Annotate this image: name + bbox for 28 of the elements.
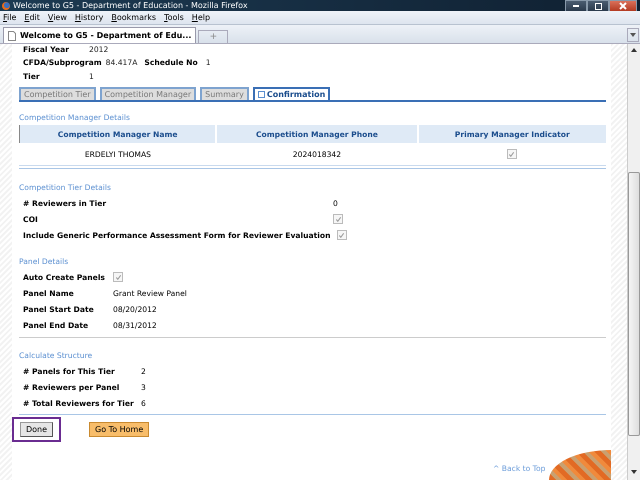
page-icon <box>8 30 16 40</box>
menu-item[interactable]: View <box>48 13 67 22</box>
close-button[interactable] <box>609 0 637 12</box>
button[interactable]: Go To Home <box>89 422 150 437</box>
tab[interactable]: Confirmation <box>252 87 330 100</box>
menu-item[interactable]: Tools <box>164 13 184 22</box>
checkbox[interactable] <box>506 149 517 159</box>
window-title: Welcome to G5 - Department of Education - Mozilla Firefox <box>13 1 249 10</box>
menu-item[interactable]: History <box>74 13 104 22</box>
caret-icon <box>630 33 636 37</box>
menu-item[interactable]: Bookmarks <box>111 13 156 22</box>
checkbox[interactable] <box>336 230 347 240</box>
restore-button[interactable] <box>587 0 609 12</box>
scroll-up-icon[interactable] <box>631 48 637 52</box>
browser-tab[interactable]: Welcome to G5 - Department of Edu... <box>3 27 196 43</box>
menu-item[interactable]: File <box>3 13 16 22</box>
minimize-button[interactable] <box>565 0 587 12</box>
menu-item[interactable]: Help <box>192 13 210 22</box>
close-icon <box>618 2 628 10</box>
browser-logo-icon <box>2 2 10 10</box>
button[interactable]: Done <box>20 422 54 437</box>
checkbox[interactable] <box>333 214 343 224</box>
tab-list-button[interactable] <box>627 28 639 42</box>
scrollbar[interactable] <box>627 44 640 480</box>
checkbox[interactable] <box>113 272 123 282</box>
square-icon <box>258 91 265 98</box>
scroll-down-icon[interactable] <box>631 470 637 474</box>
menu-item[interactable]: Edit <box>24 13 40 22</box>
